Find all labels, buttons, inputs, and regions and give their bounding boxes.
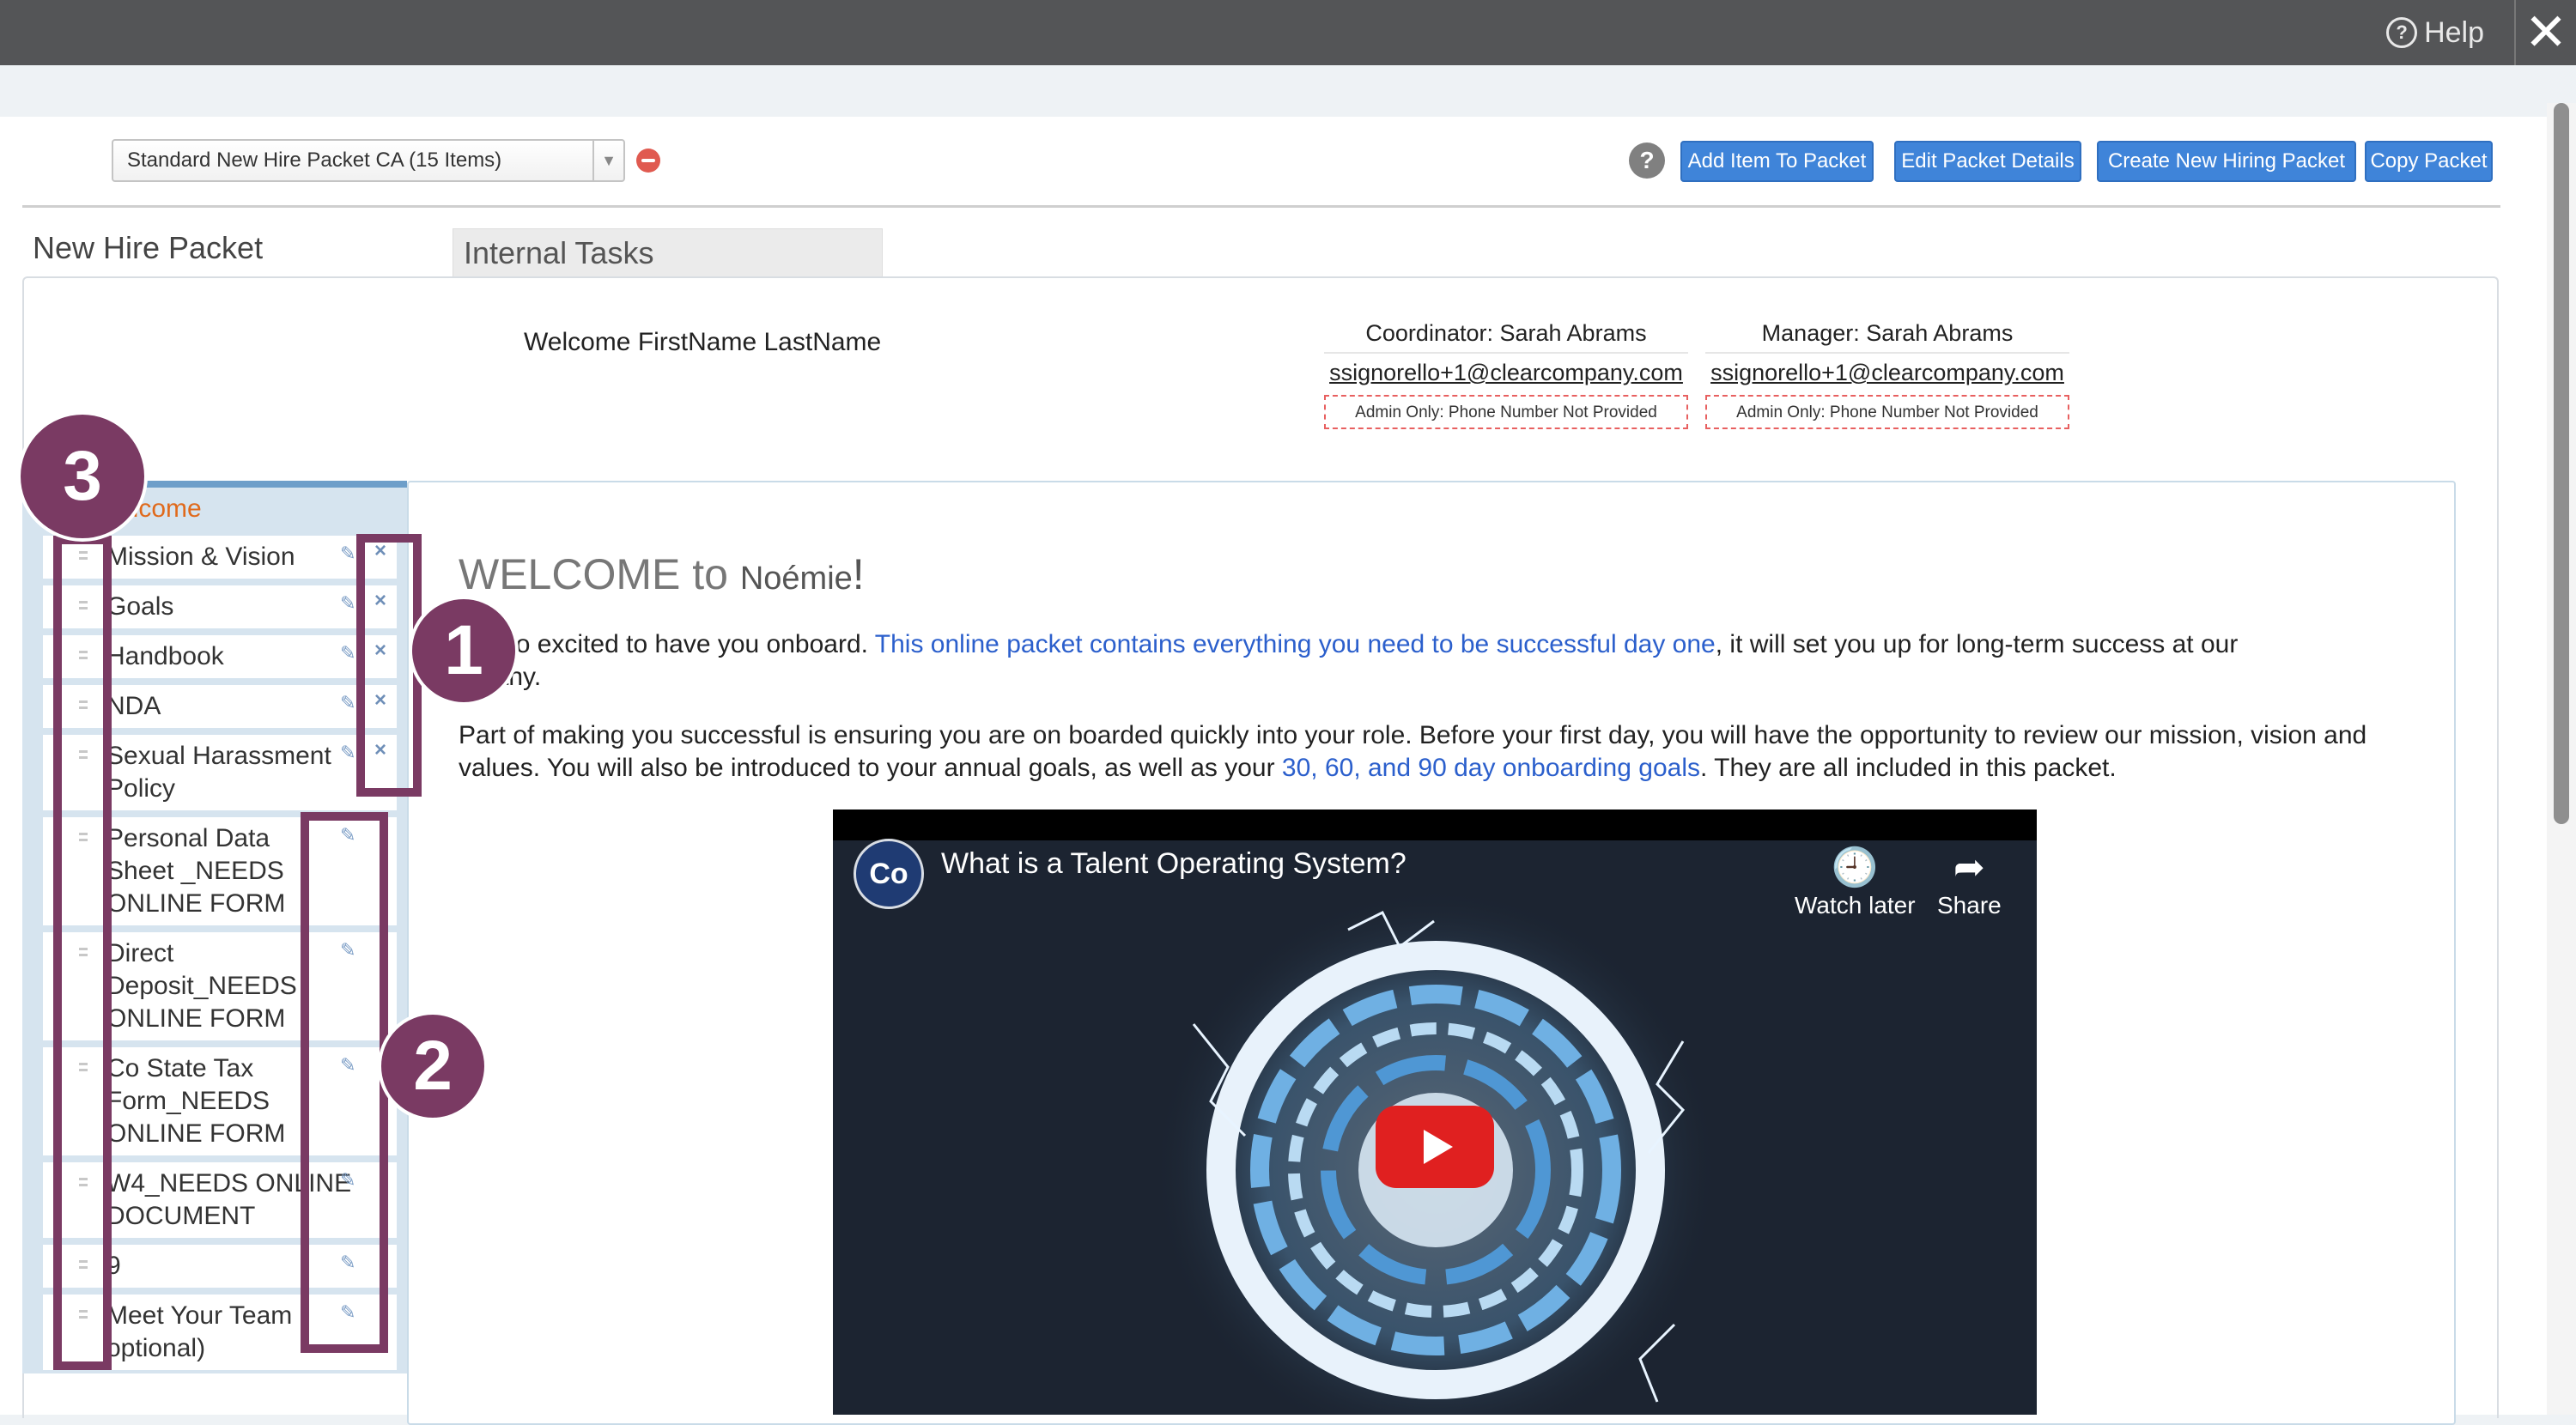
pencil-icon[interactable]: ✎ xyxy=(340,543,355,565)
coordinator-title: Coordinator: Sarah Abrams xyxy=(1365,320,1647,346)
pencil-icon[interactable]: ✎ xyxy=(340,692,355,714)
watch-later-button[interactable]: 🕘 Watch later xyxy=(1795,844,1916,919)
edit-packet-details-button[interactable]: Edit Packet Details xyxy=(1894,141,2081,182)
onboarding-goals-link[interactable]: 30, 60, and 90 day onboarding goals xyxy=(1282,754,1700,782)
sidebar-item-label: Direct Deposit_NEEDS ONLINE FORM xyxy=(106,939,297,1033)
page-title: WELCOME to Noémie! xyxy=(459,550,865,598)
sidebar-item-label: NDA xyxy=(106,692,161,720)
tab-new-hire-packet[interactable]: New Hire Packet xyxy=(33,230,263,266)
sidebar-item-label: Handbook xyxy=(106,642,224,670)
annotation-marker-1: 1 xyxy=(409,596,519,706)
chevron-down-icon: ▼ xyxy=(592,141,623,180)
copy-packet-button[interactable]: Copy Packet xyxy=(2365,141,2493,182)
help-label: Help xyxy=(2424,15,2484,49)
pencil-icon[interactable]: ✎ xyxy=(340,742,355,764)
divider xyxy=(22,205,2500,208)
welcome-heading: Welcome FirstName LastName xyxy=(524,328,882,356)
packet-select-value: Standard New Hire Packet CA (15 Items) xyxy=(127,149,502,172)
sidebar-item-label: Co State Tax Form_NEEDS ONLINE FORM xyxy=(106,1054,286,1148)
annotation-marker-2: 2 xyxy=(378,1011,488,1121)
coordinator-card: Coordinator: Sarah Abrams ssignorello+1@… xyxy=(1324,314,1688,429)
video-embed[interactable]: Co What is a Talent Operating System? 🕘 … xyxy=(833,810,2037,1415)
manager-title: Manager: Sarah Abrams xyxy=(1761,320,2014,346)
share-arrow-icon: ➦ xyxy=(1953,846,1985,888)
intro-paragraph: are so excited to have you onboard. This… xyxy=(459,630,2239,691)
tab-internal-tasks[interactable]: Internal Tasks xyxy=(453,228,883,276)
manager-card: Manager: Sarah Abrams ssignorello+1@clea… xyxy=(1705,314,2069,429)
pencil-icon[interactable]: ✎ xyxy=(340,642,355,664)
close-button[interactable]: ✕ xyxy=(2514,0,2576,65)
share-button[interactable]: ➦ Share xyxy=(1937,844,2002,919)
packet-select[interactable]: Standard New Hire Packet CA (15 Items) ▼ xyxy=(112,139,625,182)
clock-icon: 🕘 xyxy=(1831,846,1879,888)
help-question-button[interactable]: ? xyxy=(1629,142,1665,179)
coordinator-email-link[interactable]: ssignorello+1@clearcompany.com xyxy=(1324,352,1688,391)
sidebar-item-label: Personal Data Sheet _NEEDS ONLINE FORM xyxy=(106,824,286,918)
details-paragraph: Part of making you successful is ensurin… xyxy=(459,721,2367,782)
sidebar-item-label: Goals xyxy=(106,592,174,621)
question-circle-icon: ? xyxy=(2386,17,2418,48)
create-new-packet-button[interactable]: Create New Hiring Packet xyxy=(2097,141,2356,182)
annotation-box-2 xyxy=(301,812,388,1353)
help-link[interactable]: ? Help xyxy=(2386,12,2484,53)
video-title[interactable]: What is a Talent Operating System? xyxy=(941,847,1406,881)
manager-phone-note: Admin Only: Phone Number Not Provided xyxy=(1705,395,2069,429)
add-item-button[interactable]: Add Item To Packet xyxy=(1680,141,1874,182)
sidebar-item-label: Sexual Harassment Policy xyxy=(106,742,331,803)
sidebar-item-label: Mission & Vision xyxy=(106,543,295,571)
scrollbar-thumb[interactable] xyxy=(2554,103,2569,824)
video-top-bar xyxy=(833,810,2037,840)
coordinator-phone-note: Admin Only: Phone Number Not Provided xyxy=(1324,395,1688,429)
play-button[interactable] xyxy=(1376,1106,1494,1188)
manager-email-link[interactable]: ssignorello+1@clearcompany.com xyxy=(1705,352,2069,391)
scrollbar[interactable] xyxy=(2547,103,2576,1415)
sidebar-item-label: Meet Your Team optional) xyxy=(106,1301,293,1362)
remove-packet-icon[interactable] xyxy=(636,149,660,173)
pencil-icon[interactable]: ✎ xyxy=(340,592,355,615)
annotation-box-3 xyxy=(53,536,112,1370)
packet-info-link[interactable]: This online packet contains everything y… xyxy=(875,630,1716,658)
channel-logo-icon[interactable]: Co xyxy=(854,839,924,909)
annotation-marker-3: 3 xyxy=(17,411,148,542)
top-bar: ? Help ✕ xyxy=(0,0,2576,65)
